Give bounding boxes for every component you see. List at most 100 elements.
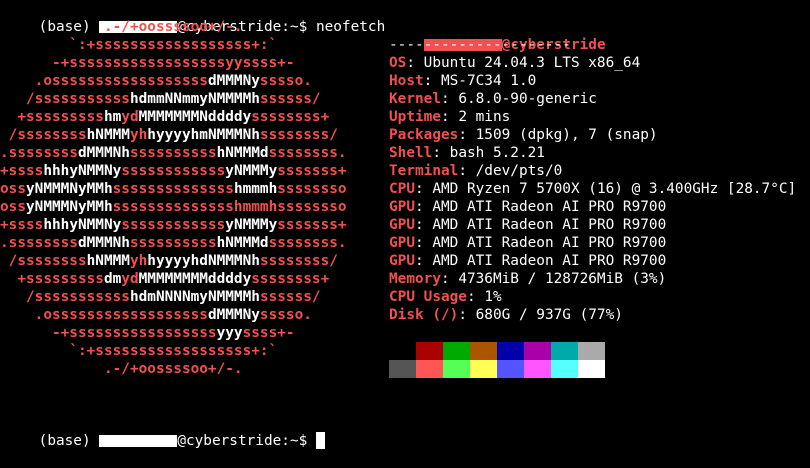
info-key: CPU Usage bbox=[389, 289, 467, 305]
logo-segment: hhhyNMMNy bbox=[43, 217, 122, 233]
info-value: 680G / 937G (77%) bbox=[475, 307, 623, 323]
color-swatch-normal-2 bbox=[443, 342, 470, 360]
info-colon: : bbox=[440, 91, 459, 107]
logo-segment: ssssss/ bbox=[259, 289, 321, 305]
info-separator: --------------------- bbox=[389, 37, 571, 53]
info-value: AMD ATI Radeon AI PRO R9700 bbox=[432, 235, 667, 251]
info-row: Shell: bash 5.2.21 bbox=[389, 144, 545, 162]
logo-segment: hNMMM bbox=[86, 127, 130, 143]
logo-segment: .ssssssss bbox=[0, 145, 78, 161]
logo-segment: yNMMMNyMMh bbox=[26, 199, 113, 215]
terminal-window[interactable]: (base) @cyberstride:~$ neofetch .-/+ooss… bbox=[0, 0, 810, 450]
color-swatch-normal-3 bbox=[470, 342, 497, 360]
color-swatch-normal-5 bbox=[524, 342, 551, 360]
info-key: GPU bbox=[389, 217, 415, 233]
color-swatch-bright-7 bbox=[578, 360, 605, 378]
logo-line: /ssssssssssshdmmNNmmyNMMMMhssssss/ bbox=[0, 90, 321, 108]
info-row: Disk (/): 680G / 937G (77%) bbox=[389, 306, 623, 324]
logo-line: +ssssssssshmydMMMMMMMNddddyssssssss+ bbox=[0, 108, 329, 126]
info-row: Memory: 4736MiB / 128726MiB (3%) bbox=[389, 270, 666, 288]
info-colon: : bbox=[415, 235, 433, 251]
color-swatch-bright-2 bbox=[443, 360, 470, 378]
info-value: 6.8.0-90-generic bbox=[458, 91, 597, 107]
info-row: Uptime: 2 mins bbox=[389, 108, 510, 126]
logo-segment: yd bbox=[121, 109, 139, 125]
logo-segment: dMMMNy bbox=[207, 307, 260, 323]
logo-line: .ssssssssdMMMNhsssssssssshNMMMdssssssss. bbox=[0, 144, 347, 162]
logo-segment: yd bbox=[121, 271, 139, 287]
logo-segment: /sssssssssss bbox=[0, 289, 130, 305]
logo-segment: hNMMMd bbox=[216, 235, 269, 251]
logo-segment: oss bbox=[0, 199, 26, 215]
logo-line: .-/+oossssoo+/-. bbox=[0, 360, 243, 378]
logo-line: `:+ssssssssssssssssss+:` bbox=[0, 36, 277, 54]
logo-segment: hNMMMd bbox=[216, 145, 269, 161]
logo-line: /sssssssshNMMMyhhyyyyhmNMMMNhssssssss/ bbox=[0, 126, 338, 144]
logo-line: -+sssssssssssssssssyyyssss+- bbox=[0, 324, 295, 342]
info-row: GPU: AMD ATI Radeon AI PRO R9700 bbox=[389, 198, 666, 216]
info-value: 1509 (dpkg), 7 (snap) bbox=[475, 127, 658, 143]
logo-segment: ssssssssssss bbox=[121, 163, 226, 179]
logo-line: +sssshhhyNMMNyssssssssssssyNMMMysssssss+ bbox=[0, 216, 347, 234]
info-key: Kernel bbox=[389, 91, 441, 107]
info-colon: : bbox=[458, 307, 476, 323]
color-swatch-normal-4 bbox=[497, 342, 524, 360]
logo-segment: /sssssssssss bbox=[0, 91, 130, 107]
logo-line: .ossssssssssssssssssdMMMNysssso. bbox=[0, 72, 312, 90]
prompt-line: (base) @cyberstride:~$ neofetch bbox=[4, 0, 386, 35]
prompt-line[interactable]: (base) @cyberstride:~$ bbox=[4, 414, 325, 449]
info-row: GPU: AMD ATI Radeon AI PRO R9700 bbox=[389, 252, 666, 270]
info-key: Packages bbox=[389, 127, 459, 143]
info-value: Ubuntu 24.04.3 LTS x86_64 bbox=[423, 55, 641, 71]
info-key: OS bbox=[389, 55, 407, 71]
color-swatch-normal-0 bbox=[389, 342, 416, 360]
logo-segment: .-/+oossssoo+/-. bbox=[0, 19, 243, 35]
logo-line: ossyNMMMNyMMhsssssssssssssshmmmhssssssso bbox=[0, 180, 347, 198]
info-key: GPU bbox=[389, 199, 415, 215]
info-colon: : bbox=[415, 217, 433, 233]
info-row: GPU: AMD ATI Radeon AI PRO R9700 bbox=[389, 234, 666, 252]
info-colon: : bbox=[432, 145, 450, 161]
logo-segment: dMMMNy bbox=[207, 73, 260, 89]
logo-line: .ossssssssssssssssssdMMMNysssso. bbox=[0, 306, 312, 324]
logo-segment: dMMMNh bbox=[77, 235, 130, 251]
logo-segment: ssssssss. bbox=[268, 145, 347, 161]
info-colon: : bbox=[458, 127, 476, 143]
color-swatch-bright-3 bbox=[470, 360, 497, 378]
logo-segment: /ssssssss bbox=[0, 127, 87, 143]
logo-segment: dMMMNh bbox=[77, 145, 130, 161]
logo-segment: yNMMMy bbox=[225, 217, 278, 233]
logo-segment: sssssss+ bbox=[277, 217, 347, 233]
info-colon: : bbox=[406, 55, 424, 71]
redacted-username bbox=[99, 435, 178, 447]
info-colon: : bbox=[440, 271, 459, 287]
info-value: /dev/pts/0 bbox=[475, 163, 563, 179]
logo-segment: hhhyNMMNy bbox=[43, 163, 122, 179]
color-swatch-bright-1 bbox=[416, 360, 443, 378]
logo-line: /ssssssssssshdmNNNNmyNMMMMhssssss/ bbox=[0, 288, 321, 306]
color-swatch-bright-6 bbox=[551, 360, 578, 378]
logo-segment: ssssssssssss bbox=[121, 217, 226, 233]
info-key: Uptime bbox=[389, 109, 441, 125]
logo-segment: yh bbox=[129, 127, 148, 143]
logo-segment: hmmmh bbox=[233, 181, 278, 197]
logo-segment: ssssssss/ bbox=[259, 127, 338, 143]
logo-line: +sssssssssdmydMMMMMMMMddddyssssssss+ bbox=[0, 270, 329, 288]
info-value: 2 mins bbox=[458, 109, 511, 125]
logo-segment: hm bbox=[103, 109, 122, 125]
info-value: AMD ATI Radeon AI PRO R9700 bbox=[432, 199, 667, 215]
logo-segment: ssssssssss bbox=[129, 145, 217, 161]
info-colon: : bbox=[423, 73, 441, 89]
logo-line: /sssssssshNMMMyhhyyyyhdNMMMNhssssssss/ bbox=[0, 252, 338, 270]
info-value: 4736MiB / 128726MiB (3%) bbox=[458, 271, 667, 287]
info-value: MS-7C34 1.0 bbox=[440, 73, 537, 89]
conda-env-label: (base) bbox=[38, 433, 100, 449]
logo-segment: MMMMMMMMddddy bbox=[138, 271, 252, 287]
logo-segment: ssssssssssssss bbox=[112, 181, 234, 197]
info-colon: : bbox=[440, 109, 459, 125]
info-key: GPU bbox=[389, 235, 415, 251]
logo-segment: ssssssss+ bbox=[251, 109, 330, 125]
info-row: CPU: AMD Ryzen 7 5700X (16) @ 3.400GHz [… bbox=[389, 180, 796, 198]
info-row: Packages: 1509 (dpkg), 7 (snap) bbox=[389, 126, 658, 144]
logo-segment: hyyyyhmNMMMNh bbox=[147, 127, 260, 143]
